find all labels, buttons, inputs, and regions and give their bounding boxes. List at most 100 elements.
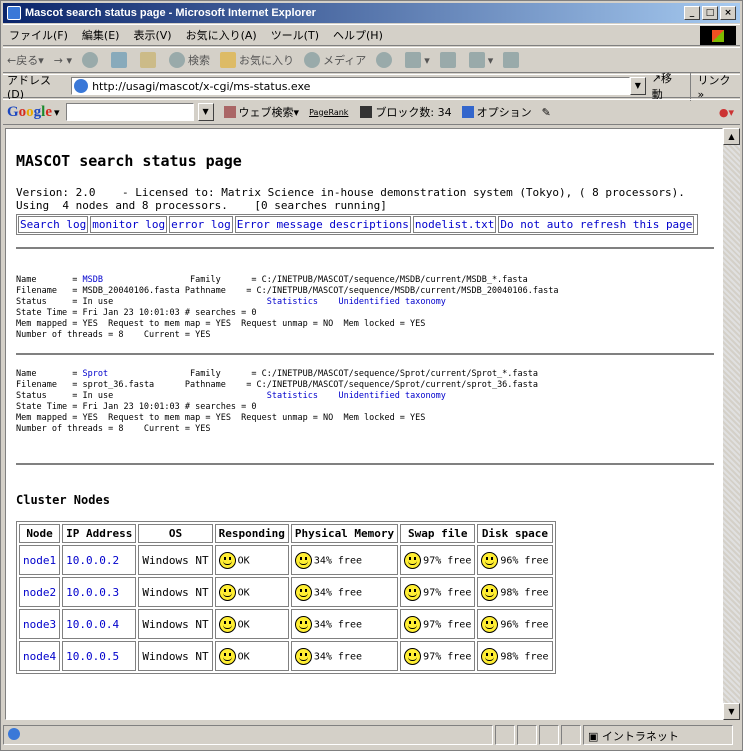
ip-link[interactable]: 10.0.0.3 bbox=[66, 586, 119, 599]
taxonomy-link[interactable]: Unidentified taxonomy bbox=[338, 391, 445, 401]
search-button[interactable]: 検索 bbox=[169, 52, 210, 68]
divider bbox=[16, 247, 714, 249]
windows-logo-icon bbox=[700, 26, 736, 45]
address-url: http://usagi/mascot/x-cgi/ms-status.exe bbox=[92, 79, 311, 93]
table-row: node4 10.0.0.5 Windows NT OK 34% free 97… bbox=[19, 641, 553, 671]
menu-edit[interactable]: 編集(E) bbox=[82, 27, 120, 43]
search-log-link[interactable]: Search log bbox=[18, 216, 89, 233]
popup-block-counter[interactable]: ブロック数: 34 bbox=[360, 104, 452, 120]
links-button[interactable]: リンク » bbox=[690, 71, 740, 101]
smiley-icon bbox=[218, 647, 236, 665]
maximize-button[interactable]: □ bbox=[702, 6, 718, 20]
scroll-down-button[interactable]: ▼ bbox=[723, 703, 740, 720]
divider bbox=[16, 353, 714, 355]
db-name-link[interactable]: Sprot bbox=[83, 369, 109, 379]
minimize-button[interactable]: _ bbox=[684, 6, 700, 20]
refresh-icon bbox=[111, 52, 127, 68]
zone-indicator: ▣ イントラネット bbox=[583, 725, 733, 745]
vertical-scrollbar[interactable]: ▲ ▼ bbox=[723, 128, 740, 720]
col-ip: IP Address bbox=[62, 524, 137, 543]
media-button[interactable]: メディア bbox=[304, 52, 366, 68]
search-icon bbox=[169, 52, 185, 68]
table-row: node1 10.0.0.2 Windows NT OK 34% free 97… bbox=[19, 545, 553, 575]
back-button[interactable]: ← 戻る ▾ bbox=[7, 52, 44, 68]
menu-favorites[interactable]: お気に入り(A) bbox=[186, 27, 257, 43]
refresh-button[interactable] bbox=[111, 52, 130, 68]
smiley-icon bbox=[404, 551, 422, 569]
status-text bbox=[3, 725, 493, 745]
table-row: node3 10.0.0.4 Windows NT OK 34% free 97… bbox=[19, 609, 553, 639]
translate-icon[interactable]: ●▾ bbox=[719, 106, 734, 119]
col-disk: Disk space bbox=[477, 524, 553, 543]
taxonomy-link[interactable]: Unidentified taxonomy bbox=[338, 297, 445, 307]
node-link[interactable]: node2 bbox=[23, 586, 56, 599]
address-bar: アドレス(D) http://usagi/mascot/x-cgi/ms-sta… bbox=[3, 71, 740, 101]
menu-tools[interactable]: ツール(T) bbox=[271, 27, 319, 43]
os-cell: Windows NT bbox=[138, 641, 213, 671]
version-info: Version: 2.0 - Licensed to: Matrix Scien… bbox=[16, 186, 685, 212]
os-cell: Windows NT bbox=[138, 609, 213, 639]
scroll-up-button[interactable]: ▲ bbox=[723, 128, 740, 145]
node-link[interactable]: node3 bbox=[23, 618, 56, 631]
page-icon bbox=[74, 79, 89, 93]
os-cell: Windows NT bbox=[138, 577, 213, 607]
google-search-input[interactable] bbox=[65, 103, 194, 121]
discuss-button[interactable] bbox=[503, 52, 522, 68]
smiley-icon bbox=[294, 551, 312, 569]
edit-button[interactable]: ▾ bbox=[468, 52, 493, 68]
mail-button[interactable]: ▾ bbox=[405, 52, 430, 68]
status-pane bbox=[517, 725, 537, 745]
home-button[interactable] bbox=[140, 52, 159, 68]
ip-link[interactable]: 10.0.0.4 bbox=[66, 618, 119, 631]
smiley-icon bbox=[481, 551, 499, 569]
smiley-icon bbox=[404, 647, 422, 665]
page-viewport: MASCOT search status page Version: 2.0 -… bbox=[5, 128, 723, 720]
menu-view[interactable]: 表示(V) bbox=[133, 27, 171, 43]
ip-link[interactable]: 10.0.0.5 bbox=[66, 650, 119, 663]
menu-help[interactable]: ヘルプ(H) bbox=[333, 27, 383, 43]
address-input[interactable]: http://usagi/mascot/x-cgi/ms-status.exe bbox=[71, 77, 630, 95]
google-web-search-button[interactable]: ウェブ検索 ▾ bbox=[223, 104, 299, 120]
pagerank-indicator: PageRank bbox=[309, 107, 349, 117]
node-link[interactable]: node1 bbox=[23, 554, 56, 567]
error-descriptions-link[interactable]: Error message descriptions bbox=[234, 216, 411, 233]
statistics-link[interactable]: Statistics bbox=[267, 391, 318, 401]
intranet-icon: ▣ bbox=[588, 730, 602, 743]
google-search-dropdown[interactable]: ▼ bbox=[197, 103, 214, 121]
col-node: Node bbox=[19, 524, 61, 543]
print-button[interactable] bbox=[439, 52, 459, 68]
address-dropdown[interactable]: ▼ bbox=[629, 77, 646, 95]
google-options-button[interactable]: オプション bbox=[461, 104, 532, 120]
link-row: Search log monitor log error log Error m… bbox=[16, 214, 699, 235]
window-title: Mascot search status page - Microsoft In… bbox=[25, 7, 316, 19]
os-cell: Windows NT bbox=[138, 545, 213, 575]
smiley-icon bbox=[404, 615, 422, 633]
ip-link[interactable]: 10.0.0.2 bbox=[66, 554, 119, 567]
database-block-msdb: Name = MSDB Family = C:/INETPUB/MASCOT/s… bbox=[16, 275, 559, 340]
col-responding: Responding bbox=[214, 524, 289, 543]
menu-file[interactable]: ファイル(F) bbox=[9, 27, 68, 43]
nodelist-link[interactable]: nodelist.txt bbox=[412, 216, 497, 233]
stop-icon bbox=[82, 52, 98, 68]
google-logo[interactable]: Google bbox=[7, 104, 52, 121]
history-button[interactable] bbox=[376, 52, 395, 68]
db-name-link[interactable]: MSDB bbox=[83, 275, 103, 285]
page-title: MASCOT search status page bbox=[16, 152, 242, 170]
options-icon bbox=[461, 106, 474, 118]
media-icon bbox=[304, 52, 320, 68]
no-refresh-link[interactable]: Do not auto refresh this page bbox=[498, 216, 695, 233]
close-button[interactable]: × bbox=[720, 6, 736, 20]
browser-window: Mascot search status page - Microsoft In… bbox=[0, 0, 743, 751]
statistics-link[interactable]: Statistics bbox=[267, 297, 318, 307]
favorites-icon bbox=[220, 52, 236, 68]
google-menu-arrow[interactable]: ▾ bbox=[54, 106, 60, 119]
go-button[interactable]: ↗移動 bbox=[652, 70, 683, 102]
title-bar: Mascot search status page - Microsoft In… bbox=[3, 3, 740, 23]
highlight-icon[interactable]: ✎ bbox=[542, 106, 551, 119]
forward-button[interactable]: → ▾ bbox=[54, 54, 72, 67]
stop-button[interactable] bbox=[82, 52, 101, 68]
node-link[interactable]: node4 bbox=[23, 650, 56, 663]
favorites-button[interactable]: お気に入り bbox=[220, 52, 294, 68]
monitor-log-link[interactable]: monitor log bbox=[90, 216, 168, 233]
error-log-link[interactable]: error log bbox=[169, 216, 233, 233]
